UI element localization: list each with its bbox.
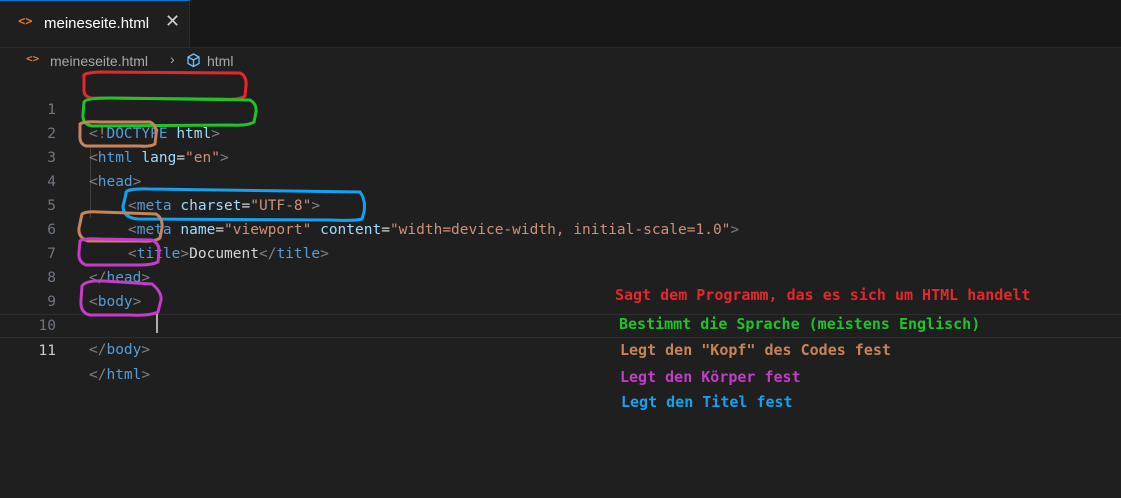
tab-label: meineseite.html xyxy=(44,15,150,32)
line-number: 11 xyxy=(38,343,56,359)
chevron-right-icon: › xyxy=(170,51,175,67)
text-cursor xyxy=(156,313,158,333)
breadcrumb: <> meineseite.html › html xyxy=(0,50,1121,72)
note-body: Legt den Körper fest xyxy=(620,368,801,386)
note-doctype: Sagt dem Programm, das es sich um HTML h… xyxy=(615,286,1031,304)
code-line-8[interactable]: 8 <body> xyxy=(0,242,1121,310)
code-line-1[interactable]: 1 <!DOCTYPE html> xyxy=(0,74,1121,142)
code-line-7[interactable]: 7 </head> xyxy=(0,218,1121,286)
breadcrumb-file[interactable]: meineseite.html xyxy=(50,53,148,69)
code-line-6[interactable]: 6 <title>Document</title> xyxy=(0,194,1121,262)
html-file-icon: <> xyxy=(18,14,33,28)
code-line-5[interactable]: 5 <meta name="viewport" content="width=d… xyxy=(0,170,1121,238)
code-line-4[interactable]: 4 <meta charset="UTF-8"> xyxy=(0,146,1121,214)
note-lang: Bestimmt die Sprache (meistens Englisch) xyxy=(619,315,981,333)
tab-meineseite[interactable]: <> meineseite.html ✕ xyxy=(0,0,190,47)
code-line-2[interactable]: 2 <html lang="en"> xyxy=(0,98,1121,166)
note-head: Legt den "Kopf" des Codes fest xyxy=(620,341,891,359)
tab-bar: <> meineseite.html ✕ xyxy=(0,0,1121,48)
html-file-icon: <> xyxy=(26,52,40,65)
note-title: Legt den Titel fest xyxy=(621,393,793,411)
code-line-3[interactable]: 3 <head> xyxy=(0,122,1121,190)
symbol-element-icon xyxy=(185,52,202,72)
close-icon[interactable]: ✕ xyxy=(165,11,180,32)
breadcrumb-symbol[interactable]: html xyxy=(207,53,233,69)
